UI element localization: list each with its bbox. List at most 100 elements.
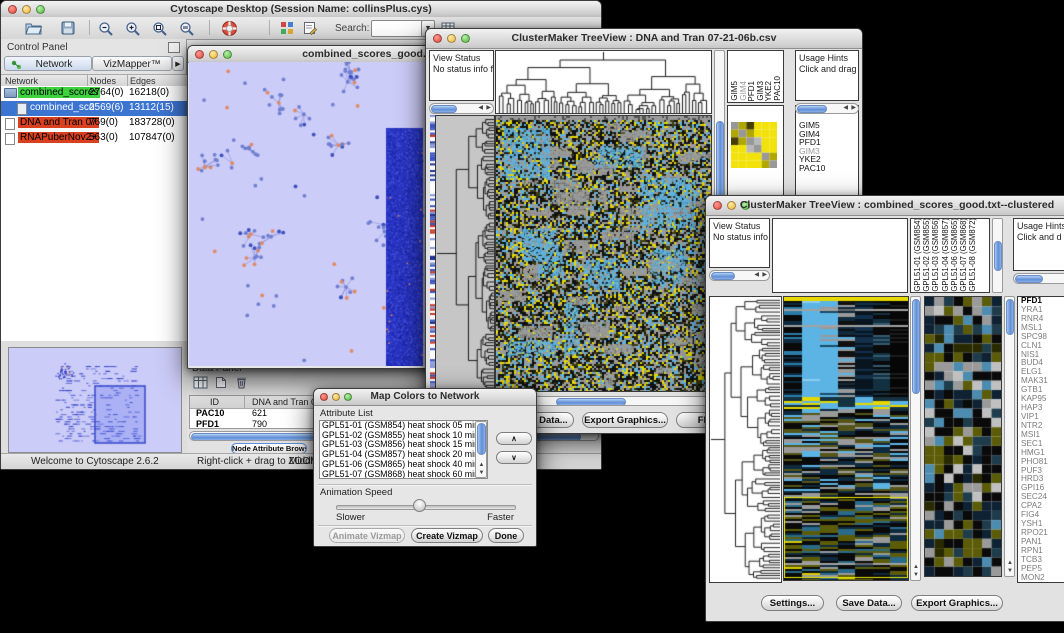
float-panel-icon[interactable]	[168, 42, 180, 53]
zoom-out-icon[interactable]	[98, 21, 114, 41]
tv1-heatmap[interactable]	[496, 116, 711, 391]
attribute-row-value: 621	[252, 408, 267, 418]
column-label[interactable]: GPL51-06 (GSM865)	[950, 218, 959, 292]
tv1-button[interactable]: Export Graphics...	[582, 412, 668, 428]
control-panel: Control Panel Network VizMapper™ ▶ Netwo…	[1, 39, 187, 453]
tv2-button[interactable]: Save Data...	[836, 595, 902, 611]
tv1-viewstatus-hscrollbar[interactable]: ◀ ▶	[429, 103, 494, 114]
new-attribute-icon[interactable]	[215, 376, 227, 394]
attribute-list-label: Attribute List	[320, 408, 373, 419]
vscroll-thumb[interactable]	[994, 241, 1002, 271]
attribute-list-scrollbar[interactable]: ▲ ▼	[475, 421, 487, 478]
zoom-in-icon[interactable]	[125, 21, 141, 41]
scroll-down-arrow[interactable]: ▼	[479, 471, 485, 476]
column-label[interactable]: PAC10	[774, 76, 783, 101]
vscroll-thumb[interactable]	[1006, 299, 1014, 335]
animation-speed-slider-thumb[interactable]	[413, 499, 426, 512]
scroll-left-arrow[interactable]: ◀	[754, 273, 759, 278]
vizmap-shortcut-icon[interactable]	[280, 21, 295, 40]
dialog-titlebar[interactable]: Map Colors to Network	[314, 389, 536, 406]
usage-hints-title: Usage Hints	[799, 53, 848, 63]
network-overview-thumbnail[interactable]	[9, 348, 179, 450]
tv2-button[interactable]: Export Graphics...	[911, 595, 1003, 611]
tv2-top-vscrollbar[interactable]	[992, 218, 1003, 293]
open-file-icon[interactable]	[25, 21, 43, 40]
tv2-zoom-heatmap[interactable]	[925, 297, 1001, 576]
treeview2-title: ClusterMaker TreeView : combined_scores_…	[706, 199, 1064, 211]
attribute-row-value: 790	[252, 419, 267, 429]
network-nodes-count: 769(0)	[89, 117, 118, 128]
save-icon[interactable]	[61, 21, 75, 40]
gene-label[interactable]: MON2	[1018, 574, 1064, 583]
scroll-down-arrow[interactable]: ▼	[913, 573, 919, 578]
main-titlebar[interactable]: Cytoscape Desktop (Session Name: collins…	[1, 1, 601, 18]
hscroll-thumb[interactable]	[797, 105, 827, 113]
vscroll-thumb[interactable]	[912, 299, 920, 394]
usage-hints-body: Click and drag to	[799, 64, 859, 74]
tv2-usagehints-hscrollbar[interactable]	[1013, 273, 1064, 284]
column-label[interactable]: GPL51-08 (GSM872)	[968, 218, 977, 292]
tv1-usagehints-hscrollbar[interactable]: ◀ ▶	[795, 103, 859, 114]
column-label[interactable]: GPL51-03 (GSM856)	[931, 218, 940, 292]
hscroll-thumb[interactable]	[556, 398, 626, 406]
tab-overflow-button[interactable]: ▶	[172, 56, 184, 71]
help-lifering-icon[interactable]	[221, 20, 238, 42]
tv1-column-dendrogram[interactable]	[496, 51, 711, 113]
network-name: RNAPuberNov2+	[18, 132, 99, 143]
column-label[interactable]: GPL51-01 (GSM854)	[913, 218, 922, 292]
treeview1-title: ClusterMaker TreeView : DNA and Tran 07-…	[426, 32, 862, 44]
attribute-row-id: PFD1	[196, 419, 219, 429]
tv2-row-dendrogram[interactable]	[710, 297, 780, 582]
scroll-down-arrow[interactable]: ▼	[1007, 569, 1013, 574]
network-row[interactable]: combined_sco 2569(6) 13112(15)	[1, 101, 187, 116]
attribute-option[interactable]: GPL51-07 (GSM868) heat shock 60 min	[320, 470, 487, 479]
tv2-column-dendrogram-panel[interactable]	[772, 218, 908, 293]
scroll-up-arrow[interactable]: ▲	[913, 565, 919, 570]
tv2-zoom-vscrollbar[interactable]: ▲ ▼	[1004, 296, 1015, 577]
move-down-button[interactable]: ∨	[496, 451, 532, 464]
tv2-vscrollbar[interactable]: ▲ ▼	[910, 296, 921, 581]
network-row[interactable]: RNAPuberNov2+ 563(0) 107847(0)	[1, 131, 187, 146]
tab-network[interactable]: Network	[4, 56, 92, 71]
tv2-view-status: View StatusNo status info	[709, 218, 770, 268]
status-welcome: Welcome to Cytoscape 2.6.2	[31, 456, 159, 467]
network-row[interactable]: combined_scores 2764(0) 16218(0)	[1, 86, 187, 101]
scroll-right-arrow[interactable]: ▶	[762, 273, 767, 278]
dialog-button[interactable]: Done	[488, 528, 524, 543]
search-input[interactable]	[371, 20, 423, 37]
tab-vizmapper[interactable]: VizMapper™	[92, 56, 172, 71]
tv2-heatmap[interactable]	[784, 297, 908, 580]
hscroll-thumb[interactable]	[431, 105, 457, 113]
attribute-table-icon[interactable]	[193, 376, 209, 394]
dialog-button[interactable]: Create Vizmap	[411, 528, 483, 543]
column-label[interactable]: GPL51-07 (GSM868)	[959, 218, 968, 292]
vscroll-thumb[interactable]	[477, 423, 486, 455]
scroll-left-arrow[interactable]: ◀	[843, 106, 848, 111]
delete-attribute-icon[interactable]	[235, 375, 248, 394]
dialog-button[interactable]: Animate Vizmap	[329, 528, 405, 543]
column-label[interactable]: GPL51-04 (GSM857)	[941, 218, 950, 292]
scroll-right-arrow[interactable]: ▶	[851, 106, 856, 111]
toolbar-separator	[209, 20, 210, 35]
zoom-selected-icon[interactable]	[152, 21, 168, 41]
network-row[interactable]: DNA and Tran 07 769(0) 183728(0)	[1, 116, 187, 131]
tv1-row-dendrogram[interactable]	[436, 116, 494, 391]
move-up-button[interactable]: ∧	[496, 432, 532, 445]
zoom-fit-icon[interactable]	[179, 21, 195, 41]
annotation-icon[interactable]	[303, 21, 318, 40]
treeview1-titlebar[interactable]: ClusterMaker TreeView : DNA and Tran 07-…	[426, 29, 862, 49]
hscroll-thumb[interactable]	[1015, 275, 1043, 283]
scroll-up-arrow[interactable]: ▲	[1007, 561, 1013, 566]
scroll-up-arrow[interactable]: ▲	[479, 463, 485, 468]
scroll-right-arrow[interactable]: ▶	[486, 106, 491, 111]
tv1-mini-heatmap[interactable]	[731, 122, 777, 168]
slower-label: Slower	[336, 512, 365, 523]
tv2-button[interactable]: Settings...	[761, 595, 824, 611]
treeview2-titlebar[interactable]: ClusterMaker TreeView : combined_scores_…	[706, 196, 1064, 216]
scroll-left-arrow[interactable]: ◀	[478, 106, 483, 111]
hscroll-thumb[interactable]	[711, 272, 735, 280]
tv2-viewstatus-hscrollbar[interactable]: ◀ ▶	[709, 270, 770, 281]
gene-label[interactable]: PAC10	[796, 164, 858, 173]
animation-speed-slider-track[interactable]	[336, 505, 516, 510]
faster-label: Faster	[487, 512, 514, 523]
